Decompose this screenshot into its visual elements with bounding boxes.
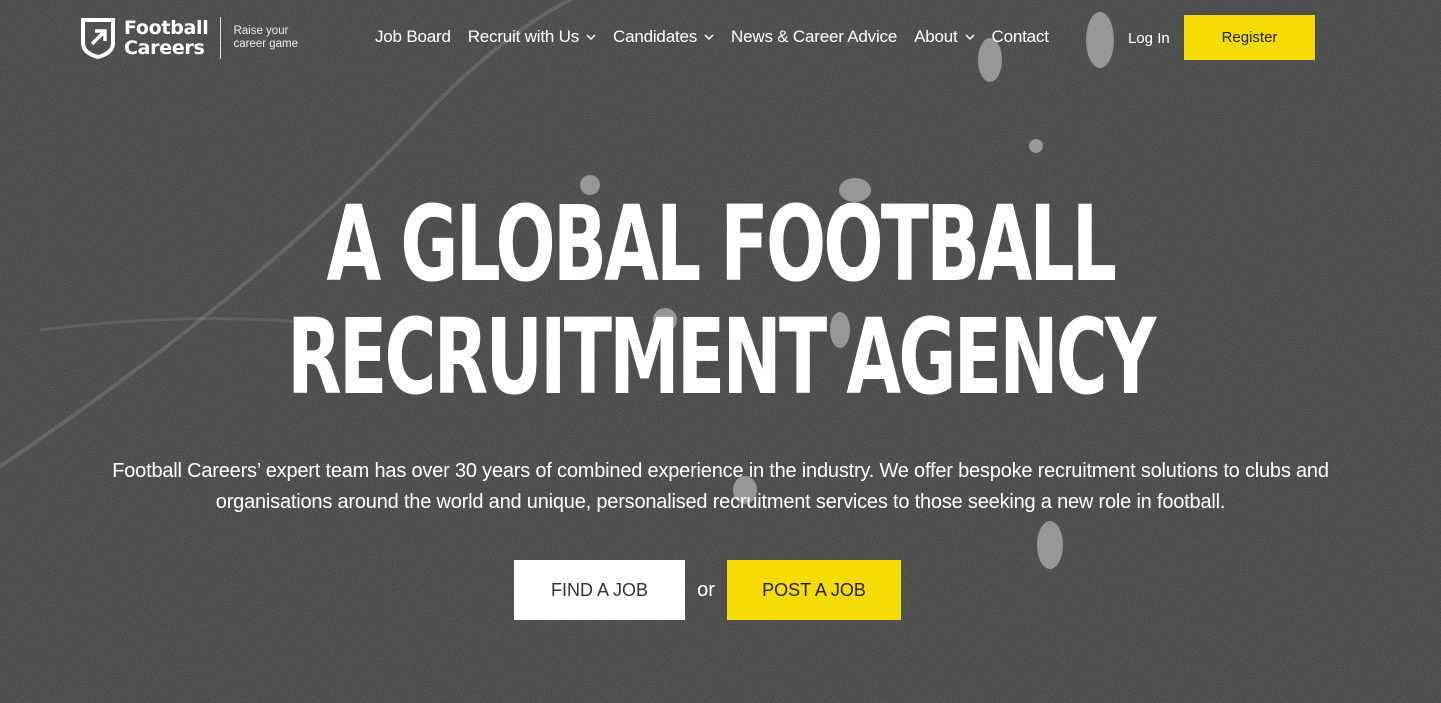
- login-link[interactable]: Log In: [1128, 30, 1170, 47]
- brand-tagline-line2: career game: [233, 38, 299, 50]
- hero-headline: A GLOBAL FOOTBALL RECRUITMENT AGENCY: [230, 188, 1210, 414]
- hero-section: Football Careers Raise your career game …: [0, 0, 1441, 703]
- cta-or-label: or: [697, 578, 715, 601]
- nav-item-contact[interactable]: Contact: [992, 27, 1049, 47]
- chevron-down-icon: [704, 33, 714, 40]
- main-nav: Job Board Recruit with Us Candidates New…: [375, 27, 1066, 47]
- hero-headline-line1: A GLOBAL FOOTBALL: [326, 183, 1116, 305]
- nav-item-label: Contact: [991, 27, 1049, 46]
- nav-item-candidates[interactable]: Candidates: [613, 27, 714, 47]
- chevron-down-icon: [965, 33, 975, 40]
- shield-arrow-logo-icon: [81, 18, 115, 59]
- nav-item-news-career-advice[interactable]: News & Career Advice: [731, 27, 897, 47]
- nav-item-recruit-with-us[interactable]: Recruit with Us: [468, 27, 596, 47]
- nav-item-label: Candidates: [613, 27, 698, 46]
- brand-tagline: Raise your career game: [233, 25, 298, 51]
- nav-item-label: Recruit with Us: [467, 27, 580, 46]
- cta-row: FIND A JOB or POST A JOB: [514, 560, 901, 620]
- chevron-down-icon: [586, 33, 596, 40]
- nav-item-about[interactable]: About: [914, 27, 975, 47]
- brand-name-line2: Careers: [124, 37, 205, 59]
- find-a-job-button[interactable]: FIND A JOB: [514, 560, 685, 620]
- brand-name: Football Careers: [124, 17, 209, 59]
- nav-item-job-board[interactable]: Job Board: [375, 27, 451, 47]
- register-button[interactable]: Register: [1184, 15, 1315, 60]
- hero-headline-line2: RECRUITMENT AGENCY: [287, 296, 1156, 418]
- logo-divider: [220, 17, 222, 59]
- site-header: Football Careers Raise your career game …: [0, 0, 1441, 76]
- brand-name-line1: Football: [124, 17, 209, 39]
- nav-item-label: News & Career Advice: [731, 27, 898, 46]
- brand-tagline-line1: Raise your: [233, 25, 289, 37]
- nav-item-label: About: [914, 27, 958, 46]
- post-a-job-button[interactable]: POST A JOB: [727, 560, 901, 620]
- nav-item-label: Job Board: [375, 27, 451, 46]
- hero-description: Football Careers’ expert team has over 3…: [112, 460, 1329, 513]
- brand-logo[interactable]: Football Careers Raise your career game: [80, 16, 298, 60]
